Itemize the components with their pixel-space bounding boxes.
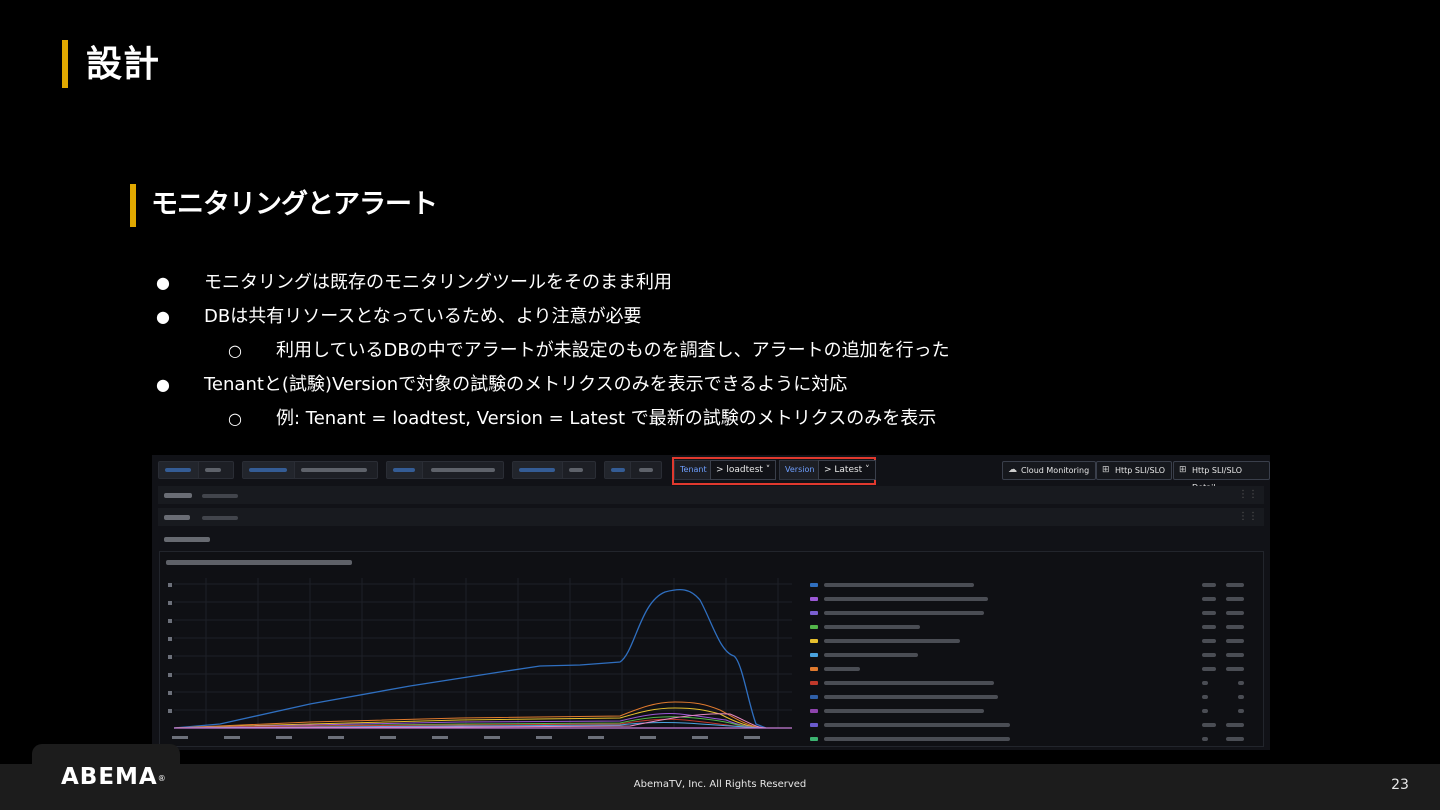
blurred-filter-chip — [512, 461, 596, 479]
bullet-marker: ● — [156, 307, 170, 326]
collapsed-row[interactable]: ⋮⋮ — [158, 486, 1264, 504]
tenant-variable-label: Tenant — [674, 460, 713, 480]
collapsed-row[interactable]: ⋮⋮ — [158, 508, 1264, 526]
http-sli-slo-detail-link[interactable]: ⊞Http SLI/SLO Detail — [1173, 461, 1270, 492]
bullet-text: モニタリングは既存のモニタリングツールをそのまま利用 — [204, 272, 672, 293]
drag-handle-icon[interactable]: ⋮⋮ — [1238, 489, 1258, 501]
dashboard-grid-icon: ⊞ — [1102, 465, 1110, 475]
page-number: 23 — [1391, 777, 1409, 793]
grid-lines — [174, 578, 792, 729]
monitoring-dashboard-screenshot: Tenant > loadtest ˅ Version > Latest ˅ ☁… — [152, 455, 1270, 750]
blurred-filter-chip — [386, 461, 504, 479]
sub-bullet-marker: ○ — [228, 409, 242, 428]
http-sli-slo-link[interactable]: ⊞ Http SLI/SLO — [1096, 461, 1173, 480]
blurred-filter-chip — [158, 461, 234, 479]
graph-panel — [159, 551, 1264, 747]
drag-handle-icon[interactable]: ⋮⋮ — [1238, 511, 1258, 523]
sub-bullet-marker: ○ — [228, 341, 242, 360]
tenant-variable-select[interactable]: > loadtest ˅ — [710, 460, 777, 480]
blurred-filter-chip — [604, 461, 662, 479]
sub-bullet-text: 利用しているDBの中でアラートが未設定のものを調査し、アラートの追加を行った — [276, 340, 950, 361]
version-variable-select[interactable]: > Latest ˅ — [818, 460, 876, 480]
subtitle-accent-bar — [130, 184, 136, 227]
time-series-graph — [168, 578, 792, 739]
version-variable-label: Version — [779, 460, 821, 480]
bullet-marker: ● — [156, 375, 170, 394]
dashboard-grid-icon: ⊞ — [1179, 465, 1187, 475]
sub-bullet-text: 例: Tenant = loadtest, Version = Latest で… — [276, 408, 937, 429]
bullet-marker: ● — [156, 273, 170, 292]
expanded-row[interactable] — [158, 530, 1264, 548]
variable-toolbar: Tenant > loadtest ˅ Version > Latest ˅ ☁… — [152, 455, 1270, 492]
series-line — [173, 588, 767, 729]
blurred-filter-chip — [242, 461, 378, 479]
copyright-text: AbemaTV, Inc. All Rights Reserved — [633, 779, 807, 790]
cloud-monitoring-label: Cloud Monitoring — [1021, 466, 1090, 475]
y-axis-ticks-blurred — [168, 583, 172, 713]
bullet-text: Tenantと(試験)Versionで対象の試験のメトリクスのみを表示できるよう… — [204, 374, 848, 395]
cloud-monitoring-link[interactable]: ☁ Cloud Monitoring — [1002, 461, 1097, 480]
x-axis-ticks-blurred — [172, 736, 760, 739]
http-sli-slo-label: Http SLI/SLO — [1115, 466, 1166, 475]
cloud-icon: ☁ — [1008, 465, 1017, 475]
title-accent-bar — [62, 40, 68, 88]
section-subtitle: モニタリングとアラート — [151, 189, 438, 220]
bullet-text: DBは共有リソースとなっているため、より注意が必要 — [204, 306, 642, 327]
page-title: 設計 — [86, 44, 161, 85]
